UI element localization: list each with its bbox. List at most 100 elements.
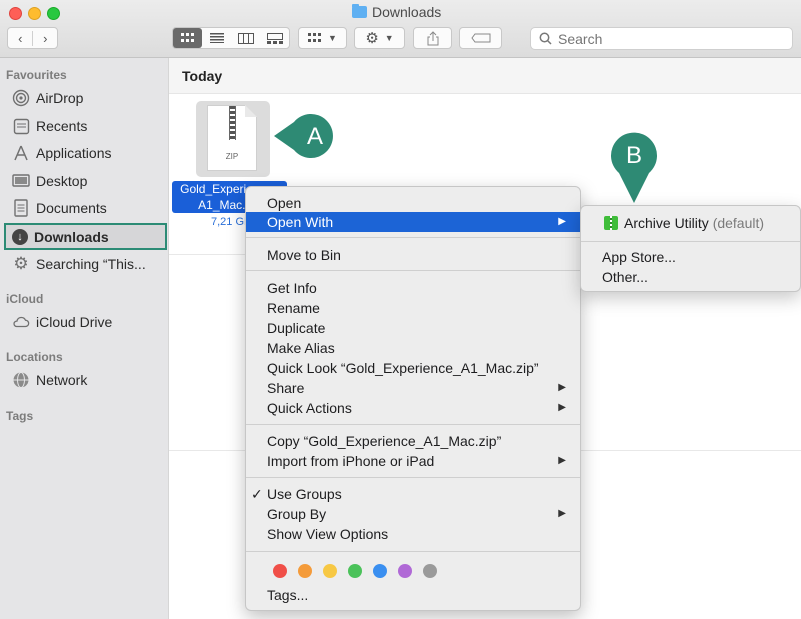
submenu-item-other[interactable]: Other... (581, 267, 800, 287)
document-icon (12, 199, 30, 217)
menu-item-show-view-options[interactable]: Show View Options (246, 524, 580, 544)
tag-color-blue[interactable] (373, 564, 387, 578)
context-menu: Open Open With ▶ Move to Bin Get Info Ren… (245, 186, 581, 611)
menu-separator (246, 551, 580, 552)
sidebar-item-label: Recents (36, 118, 88, 134)
tag-icon (470, 33, 490, 43)
chevron-down-icon: ▼ (328, 33, 337, 43)
sidebar-item-recents[interactable]: Recents (12, 115, 87, 137)
chevron-right-icon: ▶ (558, 508, 566, 519)
sidebar-heading-favourites: Favourites (6, 68, 67, 82)
menu-item-share[interactable]: Share ▶ (246, 378, 580, 398)
submenu-item-archive-utility[interactable]: Archive Utility (default) (581, 213, 800, 233)
share-icon (427, 30, 438, 45)
action-button[interactable]: ⚙ ▼ (354, 27, 405, 49)
tag-color-purple[interactable] (398, 564, 412, 578)
finder-window: Downloads ‹ › ▼ ⚙ ▼ Search Favourites Ai… (0, 0, 801, 619)
back-button[interactable]: ‹ (8, 31, 32, 46)
tag-button[interactable] (459, 27, 502, 49)
sidebar-item-label: Desktop (36, 173, 88, 189)
share-button[interactable] (413, 27, 452, 49)
checkmark-icon: ✓ (251, 486, 263, 502)
menu-item-move-to-bin[interactable]: Move to Bin (246, 245, 580, 265)
tag-color-orange[interactable] (298, 564, 312, 578)
sidebar-heading-icloud: iCloud (6, 292, 44, 306)
sidebar-item-label: Searching “This... (36, 256, 146, 272)
menu-separator (246, 270, 580, 271)
zip-file-icon[interactable]: ZIP (207, 105, 257, 171)
menu-item-duplicate[interactable]: Duplicate (246, 318, 580, 338)
tag-color-red[interactable] (273, 564, 287, 578)
sidebar-item-label: AirDrop (36, 90, 84, 106)
tag-color-gray[interactable] (423, 564, 437, 578)
sidebar-item-icloud-drive[interactable]: iCloud Drive (12, 311, 112, 333)
grid-icon (308, 33, 322, 42)
search-field[interactable] (530, 27, 793, 50)
folder-icon (352, 4, 367, 18)
columns-icon (237, 32, 254, 44)
sidebar-item-documents[interactable]: Documents (12, 197, 107, 219)
globe-icon (12, 371, 30, 389)
group-by-button[interactable]: ▼ (298, 27, 347, 49)
menu-item-import[interactable]: Import from iPhone or iPad ▶ (246, 451, 580, 471)
search-input[interactable] (558, 30, 778, 47)
minimize-button[interactable] (28, 7, 41, 20)
window-title: Downloads (352, 4, 441, 20)
submenu-item-app-store[interactable]: App Store... (581, 247, 800, 267)
navigation-buttons: ‹ › (7, 27, 58, 49)
icon-view-button[interactable] (173, 28, 202, 48)
menu-item-group-by[interactable]: Group By ▶ (246, 504, 580, 524)
column-view-button[interactable] (231, 28, 260, 48)
gear-icon: ⚙ (13, 254, 29, 273)
annotation-label-b: B (626, 142, 642, 169)
menu-separator (581, 241, 800, 242)
default-label: (default) (712, 215, 765, 231)
sidebar-item-desktop[interactable]: Desktop (12, 170, 87, 192)
clock-icon (12, 117, 30, 135)
app-name: Archive Utility (624, 215, 709, 231)
toolbar: Downloads ‹ › ▼ ⚙ ▼ (0, 0, 801, 58)
zipper-icon (229, 106, 236, 140)
desktop-icon (12, 172, 30, 190)
chevron-right-icon: ▶ (558, 216, 566, 227)
menu-item-get-info[interactable]: Get Info (246, 278, 580, 298)
menu-item-open[interactable]: Open (246, 193, 580, 213)
menu-item-open-with[interactable]: Open With ▶ (246, 212, 580, 232)
sidebar-item-network[interactable]: Network (12, 369, 87, 391)
sidebar-item-label: iCloud Drive (36, 314, 113, 330)
chevron-right-icon: ▶ (558, 382, 566, 393)
sidebar-item-searching[interactable]: ⚙ Searching “This... (12, 253, 146, 275)
sidebar-item-applications[interactable]: Applications (12, 142, 112, 164)
tag-color-yellow[interactable] (323, 564, 337, 578)
sidebar-heading-tags: Tags (6, 409, 34, 423)
file-type-label: ZIP (225, 152, 239, 161)
forward-button[interactable]: › (32, 30, 57, 46)
menu-separator (246, 237, 580, 238)
menu-item-use-groups[interactable]: ✓ Use Groups (246, 484, 580, 504)
annotation-label-a: A (307, 123, 323, 150)
sidebar-item-airdrop[interactable]: AirDrop (12, 87, 83, 109)
menu-item-make-alias[interactable]: Make Alias (246, 338, 580, 358)
menu-item-tags[interactable]: Tags... (246, 585, 580, 605)
list-icon (209, 33, 224, 43)
applications-icon (12, 144, 30, 162)
close-button[interactable] (9, 7, 22, 20)
menu-separator (246, 424, 580, 425)
gallery-view-button[interactable] (260, 28, 289, 48)
list-view-button[interactable] (202, 28, 231, 48)
sidebar-heading-locations: Locations (6, 350, 63, 364)
sidebar-item-label: Network (36, 372, 88, 388)
tag-color-green[interactable] (348, 564, 362, 578)
menu-item-rename[interactable]: Rename (246, 298, 580, 318)
zoom-button[interactable] (47, 7, 60, 20)
chevron-down-icon: ▼ (384, 33, 394, 43)
sidebar-item-downloads[interactable]: ↓ Downloads (4, 223, 167, 250)
cloud-icon (12, 313, 30, 331)
menu-item-quick-look[interactable]: Quick Look “Gold_Experience_A1_Mac.zip” (246, 358, 580, 378)
menu-item-quick-actions[interactable]: Quick Actions ▶ (246, 398, 580, 418)
view-mode-selector (172, 27, 290, 49)
window-title-text: Downloads (372, 4, 442, 20)
menu-item-copy[interactable]: Copy “Gold_Experience_A1_Mac.zip” (246, 431, 580, 451)
gear-icon: ⚙ (365, 30, 379, 47)
open-with-submenu: Archive Utility (default) App Store... O… (580, 205, 801, 292)
